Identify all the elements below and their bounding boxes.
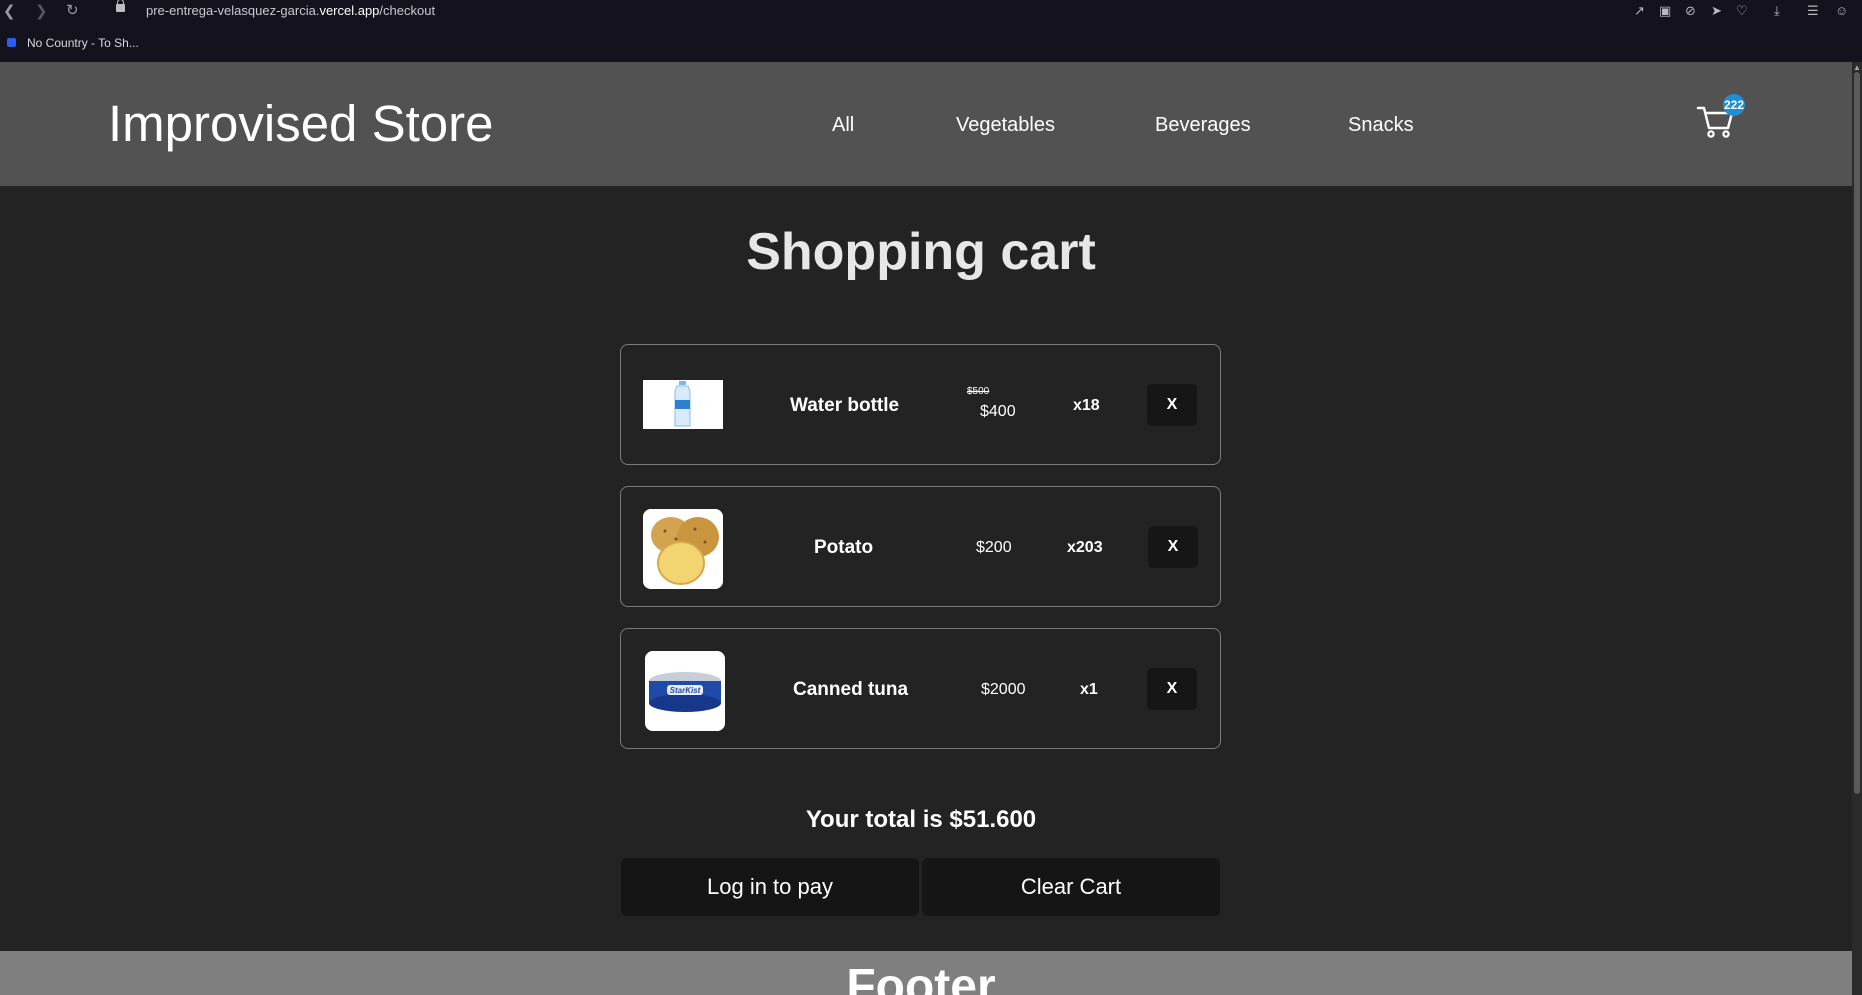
address-bar[interactable]: pre-entrega-velasquez-garcia.vercel.app/… [146,3,435,18]
canned-tuna-image: StarKist [645,651,725,731]
store-brand[interactable]: Improvised Store [108,94,494,153]
item-quantity: x18 [1073,397,1100,414]
remove-item-button[interactable]: X [1147,668,1197,710]
url-prefix: pre-entrega-velasquez-garcia. [146,3,320,18]
url-domain: vercel.app [319,3,380,18]
login-to-pay-button[interactable]: Log in to pay [621,858,919,916]
clear-cart-button[interactable]: Clear Cart [922,858,1220,916]
item-name: Canned tuna [793,679,909,700]
camera-icon[interactable]: ▣ [1659,3,1671,19]
bookmark-label: No Country - To Sh... [27,36,139,50]
browser-toolbar: ❮ ❯ ↻ pre-entrega-velasquez-garcia.verce… [0,0,1862,62]
item-quantity: x203 [1067,539,1103,556]
svg-text:StarKist: StarKist [670,686,701,695]
item-price: $200 [976,539,1012,556]
remove-item-button[interactable]: X [1148,526,1198,568]
scrollbar-thumb[interactable] [1854,72,1860,794]
cart-item: Water bottle $500 $400 x18 X [620,344,1221,465]
nav-beverages[interactable]: Beverages [1155,114,1251,137]
block-icon[interactable]: ⊘ [1685,3,1696,19]
cart-count-badge: 222 [1723,94,1745,116]
scroll-up-icon[interactable]: ▲ [1853,63,1861,72]
send-icon[interactable]: ➤ [1711,3,1722,19]
bookmark-favicon-icon [7,38,16,47]
address-bar-row: ❮ ❯ ↻ pre-entrega-velasquez-garcia.verce… [0,0,1862,22]
profile-icon[interactable]: ☺ [1835,3,1848,18]
page-title: Shopping cart [746,223,1096,281]
water-bottle-image [643,380,723,429]
potato-image [643,509,723,589]
lock-icon [116,0,125,12]
footer-title: Footer [846,960,996,995]
back-icon[interactable]: ❮ [3,2,16,20]
nav-all[interactable]: All [832,114,854,137]
item-name: Water bottle [790,395,900,416]
nav-vegetables[interactable]: Vegetables [956,114,1055,137]
cart-item: StarKist Canned tuna $2000 x1 X [620,628,1221,749]
cart-item: Potato $200 x203 X [620,486,1221,607]
heart-icon[interactable]: ♡ [1736,3,1748,19]
footer: Footer [0,951,1852,995]
item-quantity: x1 [1080,681,1098,698]
item-price: $400 [980,403,1016,420]
download-icon[interactable]: ⤓ [1774,3,1780,19]
site-header: Improvised Store All Vegetables Beverage… [0,62,1852,186]
item-price: $2000 [981,681,1026,698]
menu-icon[interactable]: ☰ [1807,3,1819,19]
remove-item-button[interactable]: X [1147,384,1197,426]
share-icon[interactable]: ↗ [1634,3,1645,19]
forward-icon[interactable]: ❯ [35,2,48,20]
reload-icon[interactable]: ↻ [66,1,79,19]
url-path: /checkout [379,3,436,18]
nav-snacks[interactable]: Snacks [1348,114,1414,137]
cart-total: Your total is $51.600 [805,806,1037,833]
item-name: Potato [814,537,874,558]
